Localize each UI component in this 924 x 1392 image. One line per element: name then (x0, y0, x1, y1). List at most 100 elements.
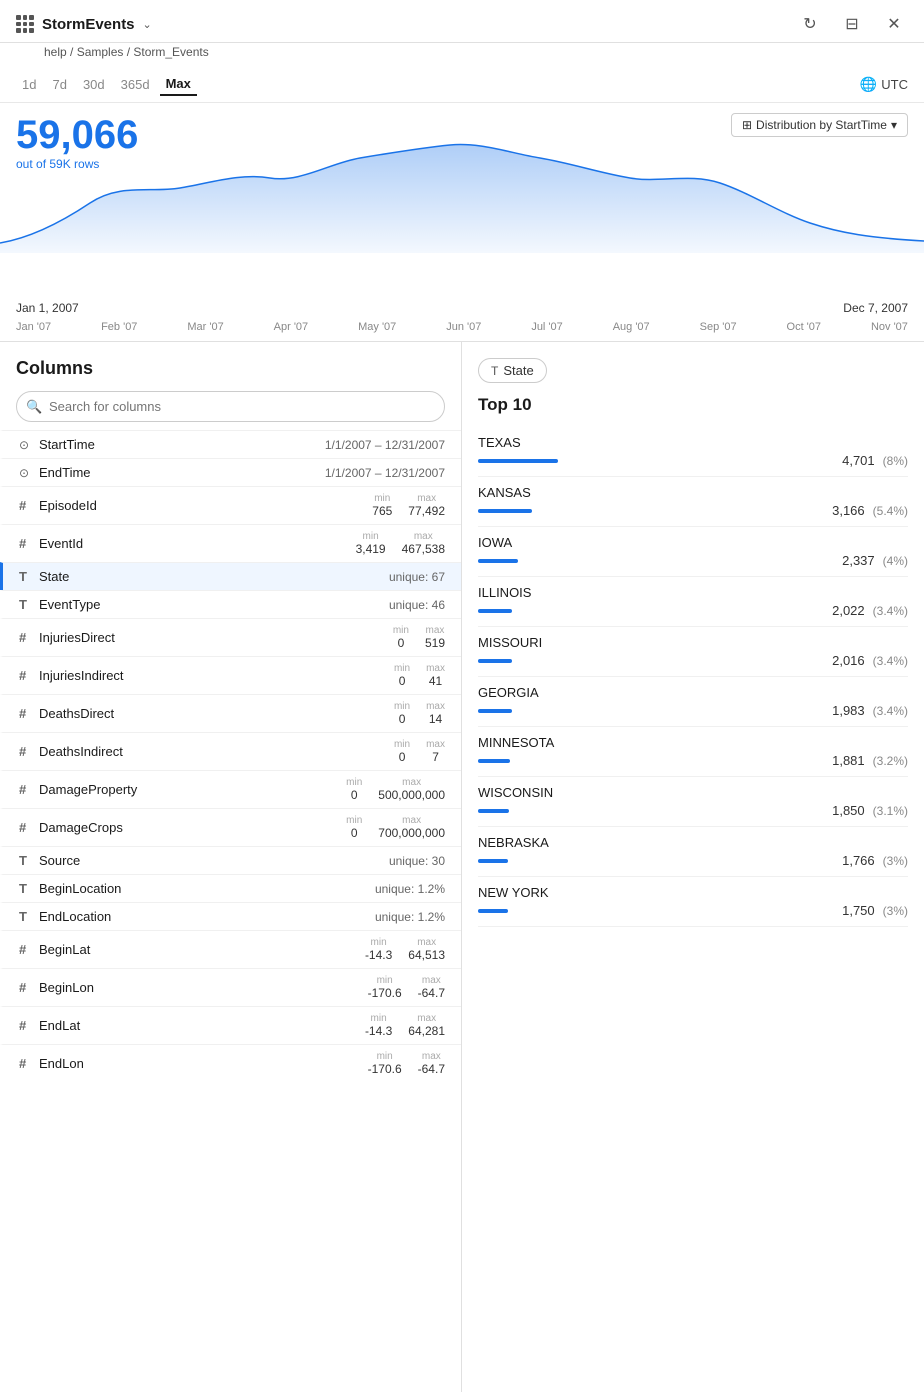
col-stats: min0 max14 (394, 701, 445, 726)
layout-button[interactable]: ⊟ (838, 10, 866, 38)
col-name: State (39, 569, 389, 584)
axis-label-5: Jun '07 (446, 321, 481, 333)
state-bar (478, 459, 558, 463)
state-name: KANSAS (478, 485, 908, 500)
column-row[interactable]: ⊙ EndTime 1/1/2007 – 12/31/2007 (0, 458, 461, 486)
search-icon: 🔍 (26, 399, 42, 415)
column-row[interactable]: ⊙ StartTime 1/1/2007 – 12/31/2007 (0, 430, 461, 458)
state-row: NEW YORK 1,750 (3%) (478, 877, 908, 927)
state-pct: (3%) (883, 904, 908, 918)
selected-column-tag[interactable]: T State (478, 358, 547, 383)
column-row[interactable]: # DeathsIndirect min0 max7 (0, 732, 461, 770)
state-pct: (3.4%) (873, 704, 908, 718)
time-btn-1d[interactable]: 1d (16, 73, 42, 96)
column-row[interactable]: T EndLocation unique: 1.2% (0, 902, 461, 930)
state-count: 1,881 (832, 753, 865, 768)
col-type-icon: # (19, 498, 39, 513)
column-row[interactable]: T EventType unique: 46 (0, 590, 461, 618)
column-row[interactable]: # DamageCrops min0 max700,000,000 (0, 808, 461, 846)
col-name: DeathsDirect (39, 706, 394, 721)
col-type-icon: # (19, 1018, 39, 1033)
state-list: TEXAS 4,701 (8%) KANSAS 3,166 (5.4%) IOW… (478, 427, 908, 927)
col-stats: min-170.6 max-64.7 (368, 1051, 445, 1076)
column-row[interactable]: # BeginLon min-170.6 max-64.7 (0, 968, 461, 1006)
column-row[interactable]: # InjuriesDirect min0 max519 (0, 618, 461, 656)
state-count: 1,766 (842, 853, 875, 868)
col-name: InjuriesIndirect (39, 668, 394, 683)
state-pct: (5.4%) (873, 504, 908, 518)
state-name: GEORGIA (478, 685, 908, 700)
col-name: EndLat (39, 1018, 365, 1033)
col-name: BeginLocation (39, 881, 375, 896)
state-pct: (3%) (883, 854, 908, 868)
col-stats: 1/1/2007 – 12/31/2007 (325, 438, 445, 452)
col-type-icon: # (19, 1056, 39, 1071)
state-pct: (4%) (883, 554, 908, 568)
col-name: EndLon (39, 1056, 368, 1071)
col-type-icon: # (19, 668, 39, 683)
search-box: 🔍 (16, 391, 445, 422)
state-name: TEXAS (478, 435, 908, 450)
state-name: ILLINOIS (478, 585, 908, 600)
time-btn-30d[interactable]: 30d (77, 73, 111, 96)
close-button[interactable]: ✕ (880, 10, 908, 38)
state-row: NEBRASKA 1,766 (3%) (478, 827, 908, 877)
axis-label-6: Jul '07 (531, 321, 562, 333)
axis-label-3: Apr '07 (274, 321, 309, 333)
col-stats: 1/1/2007 – 12/31/2007 (325, 466, 445, 480)
columns-panel: Columns 🔍 ⊙ StartTime 1/1/2007 – 12/31/2… (0, 342, 462, 1392)
col-name: StartTime (39, 437, 325, 452)
chart-date-range: Jan 1, 2007 Dec 7, 2007 (16, 301, 908, 319)
axis-label-8: Sep '07 (700, 321, 737, 333)
column-row[interactable]: # EndLat min-14.3 max64,281 (0, 1006, 461, 1044)
time-btn-max[interactable]: Max (160, 73, 197, 96)
col-type-icon: ⊙ (19, 438, 39, 452)
column-row[interactable]: # DeathsDirect min0 max14 (0, 694, 461, 732)
col-type-icon: # (19, 980, 39, 995)
col-name: EventId (39, 536, 356, 551)
col-name: DeathsIndirect (39, 744, 394, 759)
state-count: 4,701 (842, 453, 875, 468)
col-stats: min0 max519 (393, 625, 445, 650)
chart-date-start: Jan 1, 2007 (16, 301, 79, 315)
state-count: 1,850 (832, 803, 865, 818)
col-stats: unique: 30 (389, 854, 445, 868)
time-btn-365d[interactable]: 365d (115, 73, 156, 96)
axis-label-10: Nov '07 (871, 321, 908, 333)
state-name: NEBRASKA (478, 835, 908, 850)
column-row[interactable]: T State unique: 67 (0, 562, 461, 590)
state-row: IOWA 2,337 (4%) (478, 527, 908, 577)
col-stats: min0 max700,000,000 (346, 815, 445, 840)
search-input[interactable] (16, 391, 445, 422)
state-bar (478, 559, 518, 563)
chart-subtitle: out of 59K rows (16, 157, 908, 171)
state-bar (478, 659, 512, 663)
column-row[interactable]: # DamageProperty min0 max500,000,000 (0, 770, 461, 808)
state-bar (478, 509, 532, 513)
col-stats: min-14.3 max64,513 (365, 937, 445, 962)
state-row: MISSOURI 2,016 (3.4%) (478, 627, 908, 677)
col-type-icon: # (19, 536, 39, 551)
state-pct: (3.4%) (873, 654, 908, 668)
state-name: WISCONSIN (478, 785, 908, 800)
axis-label-9: Oct '07 (787, 321, 822, 333)
col-stats: min-170.6 max-64.7 (368, 975, 445, 1000)
refresh-button[interactable]: ↻ (796, 10, 824, 38)
column-row[interactable]: # InjuriesIndirect min0 max41 (0, 656, 461, 694)
col-type-icon: T (19, 597, 39, 612)
state-count: 2,022 (832, 603, 865, 618)
time-range-bar: 1d 7d 30d 365d Max 🌐 UTC (0, 67, 924, 103)
app-title-chevron[interactable]: ⌄ (143, 18, 152, 31)
column-row[interactable]: # EndLon min-170.6 max-64.7 (0, 1044, 461, 1082)
column-row[interactable]: T Source unique: 30 (0, 846, 461, 874)
column-row[interactable]: # EventId min3,419 max467,538 (0, 524, 461, 562)
col-stats: min765 max77,492 (372, 493, 445, 518)
column-row[interactable]: T BeginLocation unique: 1.2% (0, 874, 461, 902)
time-btn-7d[interactable]: 7d (46, 73, 72, 96)
col-stats: unique: 1.2% (375, 910, 445, 924)
timezone-label: UTC (881, 77, 908, 92)
col-type-icon: # (19, 706, 39, 721)
column-row[interactable]: # EpisodeId min765 max77,492 (0, 486, 461, 524)
column-row[interactable]: # BeginLat min-14.3 max64,513 (0, 930, 461, 968)
col-name: InjuriesDirect (39, 630, 393, 645)
